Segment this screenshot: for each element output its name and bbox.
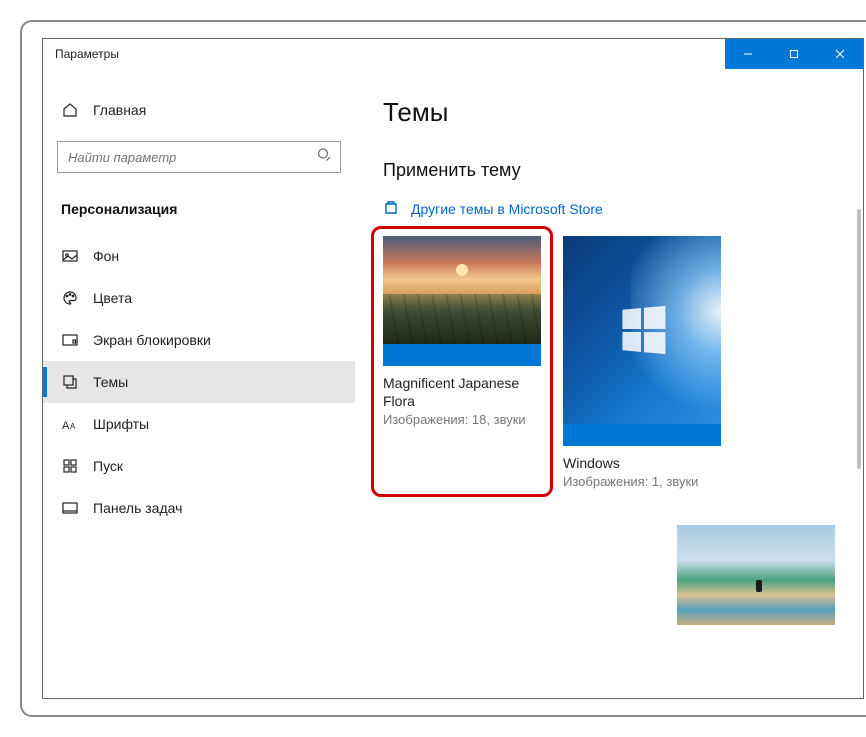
search-input[interactable] <box>57 141 341 173</box>
theme-image <box>677 525 835 625</box>
sidebar-item-lockscreen[interactable]: Экран блокировки <box>43 319 355 361</box>
minimize-button[interactable] <box>725 39 771 69</box>
theme-image <box>383 236 541 344</box>
sidebar-item-label: Фон <box>93 248 119 264</box>
theme-meta: Изображения: 18, звуки <box>383 412 541 427</box>
section-title: Применить тему <box>383 160 835 181</box>
sidebar-item-start[interactable]: Пуск <box>43 445 355 487</box>
home-nav[interactable]: Главная <box>43 93 355 127</box>
close-icon <box>835 49 845 59</box>
svg-text:A: A <box>70 422 76 431</box>
store-link[interactable]: Другие темы в Microsoft Store <box>383 199 835 218</box>
sidebar-item-label: Экран блокировки <box>93 332 211 348</box>
theme-card-partial[interactable] <box>677 525 835 625</box>
home-label: Главная <box>93 102 146 118</box>
theme-name: Magnificent Japanese Flora <box>383 374 541 410</box>
close-button[interactable] <box>817 39 863 69</box>
window-title: Параметры <box>55 47 119 61</box>
themes-grid: Magnificent Japanese Flora Изображения: … <box>383 236 835 489</box>
sidebar-item-label: Панель задач <box>93 500 182 516</box>
sidebar-item-themes[interactable]: Темы <box>43 361 355 403</box>
theme-meta: Изображения: 1, звуки <box>563 474 721 489</box>
search-icon <box>317 148 331 167</box>
theme-thumbnail <box>563 236 721 446</box>
minimize-icon <box>743 49 753 59</box>
theme-card-japanese-flora[interactable]: Magnificent Japanese Flora Изображения: … <box>383 236 541 489</box>
store-link-label: Другие темы в Microsoft Store <box>411 201 603 217</box>
sidebar-item-colors[interactable]: Цвета <box>43 277 355 319</box>
sidebar-item-fonts[interactable]: AA Шрифты <box>43 403 355 445</box>
theme-image <box>563 236 721 424</box>
fonts-icon: AA <box>61 415 79 433</box>
page-title: Темы <box>383 97 835 128</box>
content-area: Главная Персонализация Фон <box>43 69 863 698</box>
sidebar-item-label: Шрифты <box>93 416 149 432</box>
start-icon <box>61 457 79 475</box>
scrollbar[interactable] <box>857 209 861 469</box>
sidebar-item-label: Цвета <box>93 290 132 306</box>
home-icon <box>61 101 79 119</box>
svg-text:A: A <box>62 420 70 431</box>
theme-name: Windows <box>563 454 721 472</box>
sidebar-item-label: Пуск <box>93 458 123 474</box>
titlebar: Параметры <box>43 39 863 69</box>
settings-window: Параметры Главная <box>42 38 864 699</box>
themes-grid-row2 <box>383 507 835 625</box>
main-panel: Темы Применить тему Другие темы в Micros… <box>355 69 863 698</box>
windows-logo-icon <box>622 306 665 354</box>
sidebar-item-taskbar[interactable]: Панель задач <box>43 487 355 529</box>
lockscreen-icon <box>61 331 79 349</box>
sidebar-item-background[interactable]: Фон <box>43 235 355 277</box>
sidebar-item-label: Темы <box>93 374 128 390</box>
theme-thumbnail <box>383 236 541 366</box>
store-icon <box>383 199 399 218</box>
taskbar-icon <box>61 499 79 517</box>
maximize-icon <box>789 49 799 59</box>
category-title: Персонализация <box>43 191 355 235</box>
maximize-button[interactable] <box>771 39 817 69</box>
sidebar: Главная Персонализация Фон <box>43 69 355 698</box>
picture-icon <box>61 247 79 265</box>
window-controls <box>725 39 863 69</box>
screenshot-frame: Параметры Главная <box>20 20 866 717</box>
themes-icon <box>61 373 79 391</box>
palette-icon <box>61 289 79 307</box>
theme-card-windows[interactable]: Windows Изображения: 1, звуки <box>563 236 721 489</box>
search-wrap <box>57 141 341 173</box>
